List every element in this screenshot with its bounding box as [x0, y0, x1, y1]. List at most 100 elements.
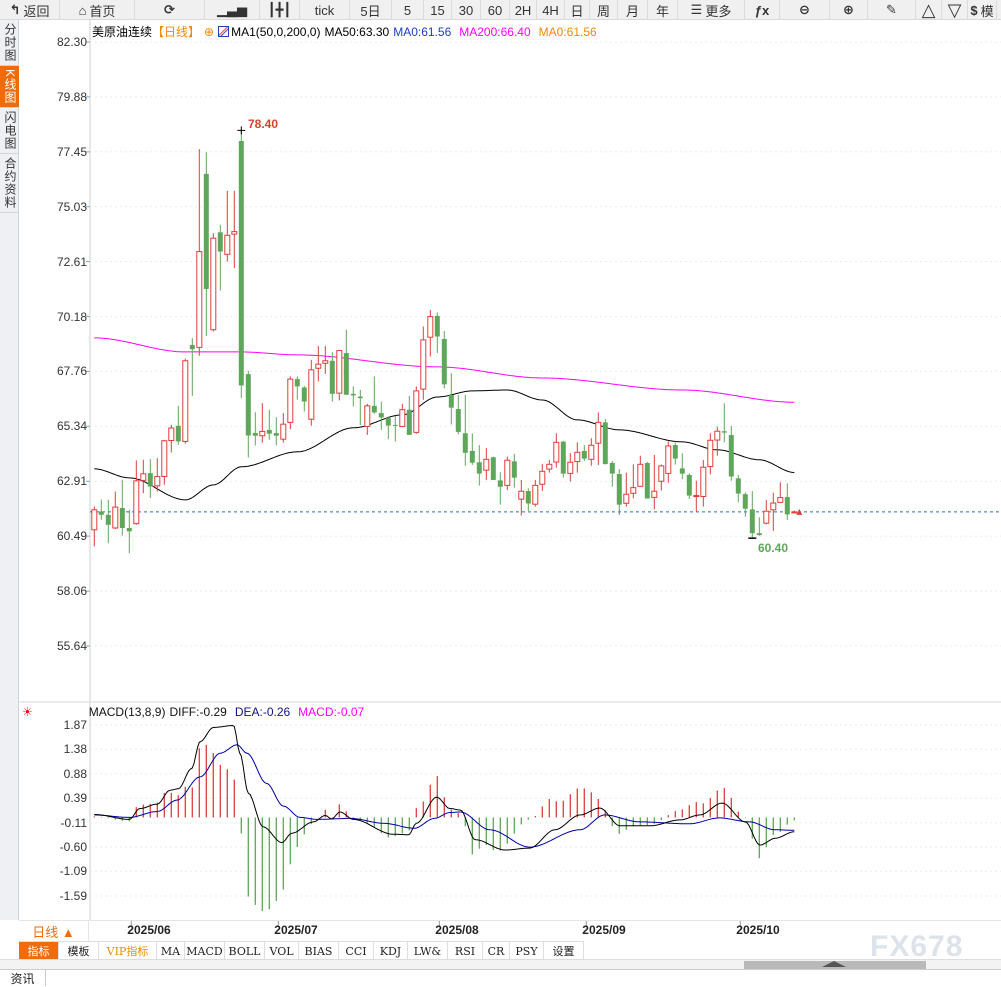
candle: [182, 358, 189, 444]
indicator-tab-ma[interactable]: MA: [157, 942, 185, 960]
candle: [126, 509, 132, 554]
indicator-settings-icon[interactable]: ☀: [22, 705, 33, 719]
candle: [259, 403, 266, 443]
candle: [483, 447, 490, 480]
candle-body: [588, 444, 595, 460]
candle: [385, 416, 391, 440]
candle: [343, 329, 349, 395]
candle-body: [98, 511, 104, 515]
candle-body: [651, 490, 658, 498]
candle-body: [91, 509, 98, 531]
candle: [294, 376, 300, 400]
candle-body: [406, 409, 412, 435]
candle-body: [518, 490, 525, 500]
candle-body: [525, 491, 531, 504]
candle: [686, 473, 692, 499]
candle: [651, 455, 658, 510]
ma50-value: MA50:63.30: [324, 24, 390, 39]
candle-body: [462, 433, 468, 453]
candle-body: [553, 441, 560, 463]
candle-body: [595, 421, 602, 444]
x-tick-label: 2025/10: [736, 923, 780, 937]
indicator-tab-cr[interactable]: CR: [483, 942, 510, 960]
main-legend: 美原油连续 【日线】 ⊕ MA1(50,0,200,0) MA50:63.30 …: [92, 23, 597, 40]
horizontal-scrollbar[interactable]: [0, 959, 1001, 969]
candle: [511, 453, 517, 488]
y-tick-label: 0.39: [63, 791, 87, 806]
candle: [791, 510, 798, 514]
candle: [434, 312, 440, 354]
candle: [756, 517, 762, 536]
candle-body: [287, 378, 294, 423]
indicator-tab-vol[interactable]: VOL: [265, 942, 299, 960]
candle: [133, 460, 140, 525]
candle: [308, 359, 315, 426]
candle: [119, 479, 125, 536]
candle: [140, 459, 147, 494]
candle-body: [483, 458, 490, 471]
indicator-tab-rsi[interactable]: RSI: [448, 942, 483, 960]
candle: [287, 376, 294, 430]
candle-body: [154, 476, 161, 487]
candle: [189, 338, 195, 396]
candle-body: [721, 431, 727, 433]
candle-body: [770, 502, 777, 511]
candle-body: [350, 393, 356, 396]
candle-body: [399, 409, 406, 427]
y-tick-label: 0.88: [63, 766, 87, 781]
indicator-tab-vip指标[interactable]: VIP指标: [99, 942, 157, 960]
indicator-tab-模板[interactable]: 模板: [59, 942, 99, 960]
candle-body: [329, 360, 335, 394]
indicator-tab-指标[interactable]: 指标: [19, 942, 59, 960]
candle: [609, 460, 615, 487]
y-tick-label: 1.87: [63, 718, 87, 732]
candle-body: [357, 396, 363, 399]
indicator-tab-cci[interactable]: CCI: [339, 942, 374, 960]
candle: [546, 459, 553, 473]
candle: [525, 488, 531, 511]
candle: [595, 412, 602, 465]
add-indicator-icon[interactable]: ⊕: [204, 25, 214, 39]
indicator-tab-macd[interactable]: MACD: [185, 942, 225, 960]
candle-body: [224, 234, 231, 255]
chart-canvas[interactable]: [0, 0, 1001, 985]
candle-body: [490, 457, 496, 480]
candle-body: [455, 409, 461, 432]
candle-body: [182, 360, 189, 442]
candle-body: [175, 425, 181, 442]
candle: [644, 462, 650, 499]
y-tick-label: 67.76: [56, 364, 87, 379]
candle-body: [441, 339, 447, 385]
news-tab[interactable]: 资讯: [0, 970, 46, 986]
indicator-tab-psy[interactable]: PSY: [510, 942, 544, 960]
indicator-tab-boll[interactable]: BOLL: [225, 942, 265, 960]
candle-body: [742, 494, 748, 509]
indicator-tab-设置[interactable]: 设置: [544, 942, 584, 960]
candle: [273, 417, 279, 446]
candle: [413, 386, 420, 434]
macd-value: MACD:-0.07: [298, 705, 365, 719]
candle: [693, 480, 700, 512]
candle: [238, 130, 244, 399]
indicator-tab-kdj[interactable]: KDJ: [374, 942, 408, 960]
x-tick-label: 2025/07: [274, 923, 318, 937]
candle-body: [567, 461, 574, 474]
indicator-chart-icon[interactable]: [218, 26, 230, 37]
candle-body: [637, 463, 644, 487]
candle: [581, 445, 587, 461]
indicator-tab-bias[interactable]: BIAS: [299, 942, 339, 960]
candle-body: [644, 462, 650, 499]
candle: [371, 376, 377, 414]
candle-body: [581, 450, 587, 459]
candle: [665, 441, 672, 483]
candle-body: [252, 433, 258, 436]
x-tick-label: 2025/06: [127, 923, 171, 937]
indicator-tab-lw&[interactable]: LW&: [408, 942, 448, 960]
period-label: 【日线】: [152, 25, 201, 39]
candle: [518, 479, 525, 516]
candle-body: [679, 468, 685, 474]
candle-body: [308, 369, 315, 420]
candle: [98, 499, 104, 520]
candle-body: [315, 363, 322, 369]
period-toggle[interactable]: 日线 ▲: [19, 921, 89, 941]
